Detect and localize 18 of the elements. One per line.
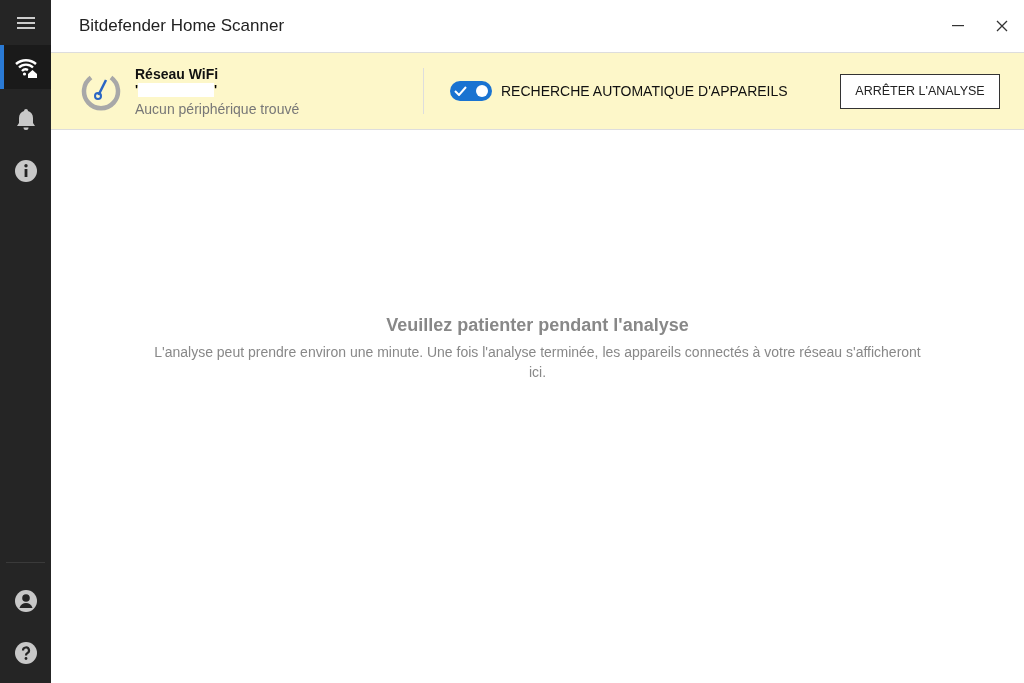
quote-mark: ' <box>214 82 218 97</box>
stop-scan-button[interactable]: ARRÊTER L'ANALYSE <box>840 73 1000 109</box>
toggle-label: RECHERCHE AUTOMATIQUE D'APPAREILS <box>501 83 789 99</box>
sidebar-item[interactable] <box>0 45 51 89</box>
minimize-icon <box>952 25 964 27</box>
close-icon <box>996 20 1008 32</box>
network-label: Réseau WiFi <box>135 65 220 82</box>
check-icon <box>454 86 467 96</box>
status-text: Aucun périphérique trouvé <box>135 100 301 117</box>
message-text: L'analyse peut prendre environ une minute. Une fois l'analyse terminée, les appareils connectés à votre réseau s'afficheront ici. <box>153 343 922 382</box>
window-title: Bitdefender Home Scanner <box>78 16 286 36</box>
help-icon <box>13 641 38 665</box>
quote-mark: ' <box>135 82 139 97</box>
info-icon <box>13 159 38 183</box>
toggle-switch[interactable] <box>450 81 492 101</box>
account-icon <box>13 589 38 613</box>
message-title: Veuillez patienter pendant l'analyse <box>386 315 689 336</box>
menu-icon[interactable] <box>16 15 35 30</box>
